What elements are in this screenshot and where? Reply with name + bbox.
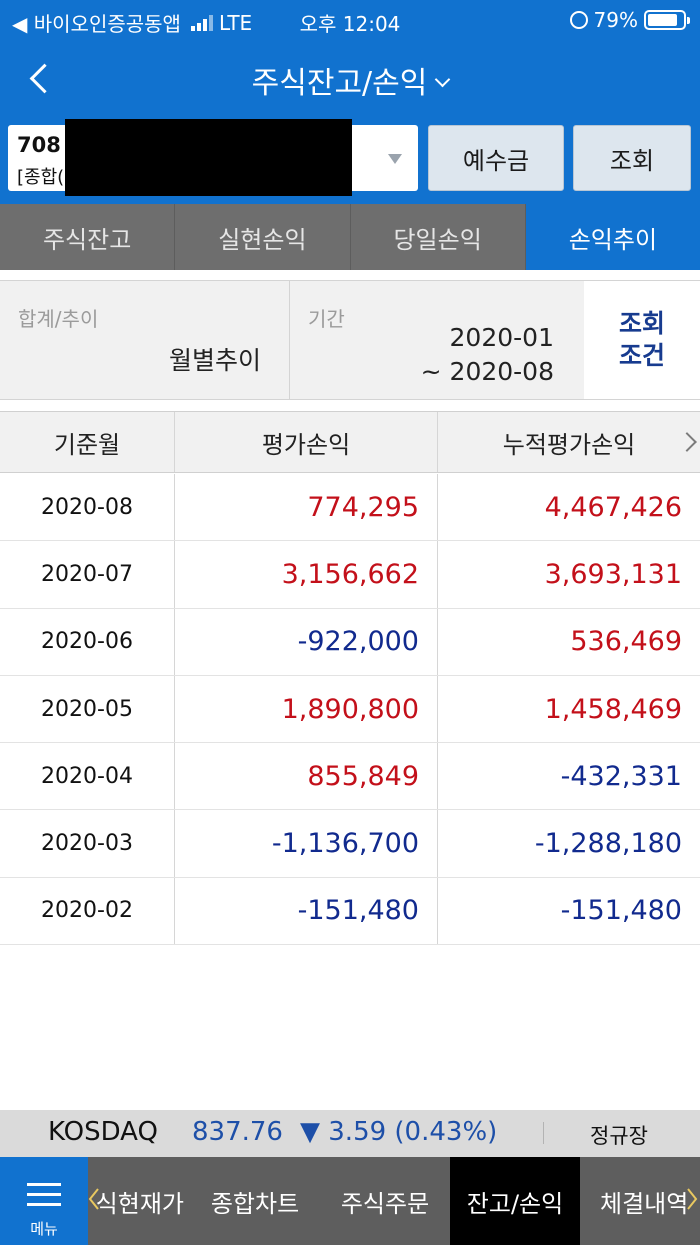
tab-today-pnl[interactable]: 당일손익: [351, 204, 526, 270]
table-row[interactable]: 2020-06 -922,000 536,469: [0, 608, 700, 676]
query-conditions: 합계/추이 월별추이 기간 2020-01 ~ 2020-08 조회 조건: [0, 280, 700, 400]
page-title[interactable]: 주식잔고/손익: [0, 58, 700, 102]
bottom-nav: 메뉴 식현재가 종합차트 주식주문 잔고/손익 체결내역: [0, 1157, 700, 1245]
scroll-left-icon[interactable]: [88, 1187, 100, 1211]
top-bar: ◀ 바이오인증공동앱 LTE 오후 12:04 79% 주식잔고/손익: [0, 0, 700, 112]
app-screen: ◀ 바이오인증공동앱 LTE 오후 12:04 79% 주식잔고/손익 708 …: [0, 0, 700, 1245]
menu-button[interactable]: 메뉴: [0, 1157, 88, 1245]
bottom-nav-current-price[interactable]: 식현재가: [88, 1157, 190, 1245]
table-row[interactable]: 2020-05 1,890,800 1,458,469: [0, 675, 700, 744]
account-select[interactable]: 708 [종합(: [8, 119, 418, 196]
deposit-button[interactable]: 예수금: [428, 125, 564, 191]
period-from: 2020-01: [449, 323, 554, 352]
bottom-nav-balance[interactable]: 잔고/손익: [450, 1157, 580, 1245]
cell-cum-pnl: 536,469: [570, 626, 682, 658]
query-conditions-line2: 조건: [618, 341, 665, 370]
status-bar: ◀ 바이오인증공동앱 LTE 오후 12:04 79%: [0, 0, 700, 38]
cell-cum-pnl: -432,331: [560, 760, 682, 792]
table-header: 기준월 평가손익 누적평가손익: [0, 411, 700, 473]
col-header-cum-pnl[interactable]: 누적평가손익: [438, 412, 700, 472]
cell-pnl: 3,156,662: [175, 541, 438, 608]
table-row[interactable]: 2020-04 855,849 -432,331: [0, 743, 700, 811]
redaction-box: [65, 119, 352, 196]
cell-cum-pnl: 3,693,131: [544, 558, 682, 590]
sum-trend-label: 합계/추이: [18, 307, 99, 331]
scroll-right-icon[interactable]: [686, 1187, 698, 1211]
period-field[interactable]: 기간 2020-01 ~ 2020-08: [290, 281, 584, 399]
col-header-cum-pnl-text: 누적평가손익: [502, 430, 636, 459]
cell-cum-pnl: -151,480: [560, 895, 682, 927]
page-title-text: 주식잔고/손익: [251, 66, 428, 101]
table-body: 2020-08 774,295 4,467,426 2020-07 3,156,…: [0, 474, 700, 946]
bottom-nav-executions[interactable]: 체결내역: [580, 1157, 700, 1245]
period-to: ~ 2020-08: [420, 357, 554, 386]
ticker-change: ▼ 3.59 (0.43%): [300, 1117, 498, 1147]
col-header-month[interactable]: 기준월: [0, 412, 175, 472]
cell-cum-pnl: 1,458,469: [544, 693, 682, 725]
col-header-pnl[interactable]: 평가손익: [175, 412, 438, 472]
account-row: 708 [종합( 예수금 조회: [0, 112, 700, 204]
cell-month: 2020-04: [0, 743, 175, 810]
cell-month: 2020-07: [0, 541, 175, 608]
market-session: 정규장: [590, 1124, 648, 1148]
ticker-divider: [543, 1122, 544, 1144]
index-ticker[interactable]: KOSDAQ 837.76 ▼ 3.59 (0.43%) 정규장: [0, 1110, 700, 1157]
sum-trend-field[interactable]: 합계/추이 월별추이: [0, 281, 290, 399]
nav-header: 주식잔고/손익: [0, 40, 700, 112]
cell-month: 2020-05: [0, 675, 175, 743]
tab-stock-balance[interactable]: 주식잔고: [0, 204, 176, 270]
cell-month: 2020-06: [0, 608, 175, 675]
cell-pnl: -1,136,700: [175, 810, 438, 877]
battery-percent: 79%: [593, 8, 638, 32]
cell-cum-pnl: -1,288,180: [534, 828, 682, 860]
period-label: 기간: [308, 307, 345, 331]
query-conditions-line1: 조회: [618, 309, 665, 338]
alarm-icon: [569, 11, 588, 29]
table-row[interactable]: 2020-07 3,156,662 3,693,131: [0, 541, 700, 609]
bottom-nav-order[interactable]: 주식주문: [320, 1157, 450, 1245]
account-number: 708: [17, 133, 61, 157]
account-type: [종합(: [17, 167, 65, 188]
tab-bar: 주식잔고 실현손익 당일손익 손익추이: [0, 204, 700, 270]
cell-cum-pnl: 4,467,426: [544, 491, 682, 523]
tab-pnl-trend[interactable]: 손익추이: [525, 204, 700, 270]
cell-pnl: 855,849: [175, 743, 438, 810]
battery-icon: [644, 10, 690, 30]
cell-pnl: 774,295: [175, 474, 438, 541]
query-conditions-button[interactable]: 조회 조건: [584, 281, 700, 399]
menu-label: 메뉴: [30, 1220, 58, 1238]
bottom-nav-chart[interactable]: 종합차트: [190, 1157, 320, 1245]
cell-month: 2020-08: [0, 474, 175, 541]
table-row[interactable]: 2020-02 -151,480 -151,480: [0, 877, 700, 946]
hamburger-icon: [27, 1183, 61, 1207]
query-button[interactable]: 조회: [573, 125, 691, 191]
cell-pnl: -922,000: [175, 608, 438, 675]
table-row[interactable]: 2020-08 774,295 4,467,426: [0, 474, 700, 542]
chevron-down-icon: [435, 71, 451, 88]
bottom-nav-items: 식현재가 종합차트 주식주문 잔고/손익 체결내역: [88, 1157, 700, 1245]
table-row[interactable]: 2020-03 -1,136,700 -1,288,180: [0, 810, 700, 878]
dropdown-arrow-icon: [388, 154, 402, 164]
ticker-value: 837.76: [192, 1117, 283, 1147]
tab-realized-pnl[interactable]: 실현손익: [175, 204, 351, 270]
ticker-name: KOSDAQ: [48, 1117, 158, 1147]
sum-trend-value: 월별추이: [168, 346, 261, 375]
cell-pnl: -151,480: [175, 877, 438, 945]
chevron-right-icon[interactable]: [677, 432, 697, 452]
cell-month: 2020-02: [0, 877, 175, 945]
cell-pnl: 1,890,800: [175, 675, 438, 743]
cell-month: 2020-03: [0, 810, 175, 877]
